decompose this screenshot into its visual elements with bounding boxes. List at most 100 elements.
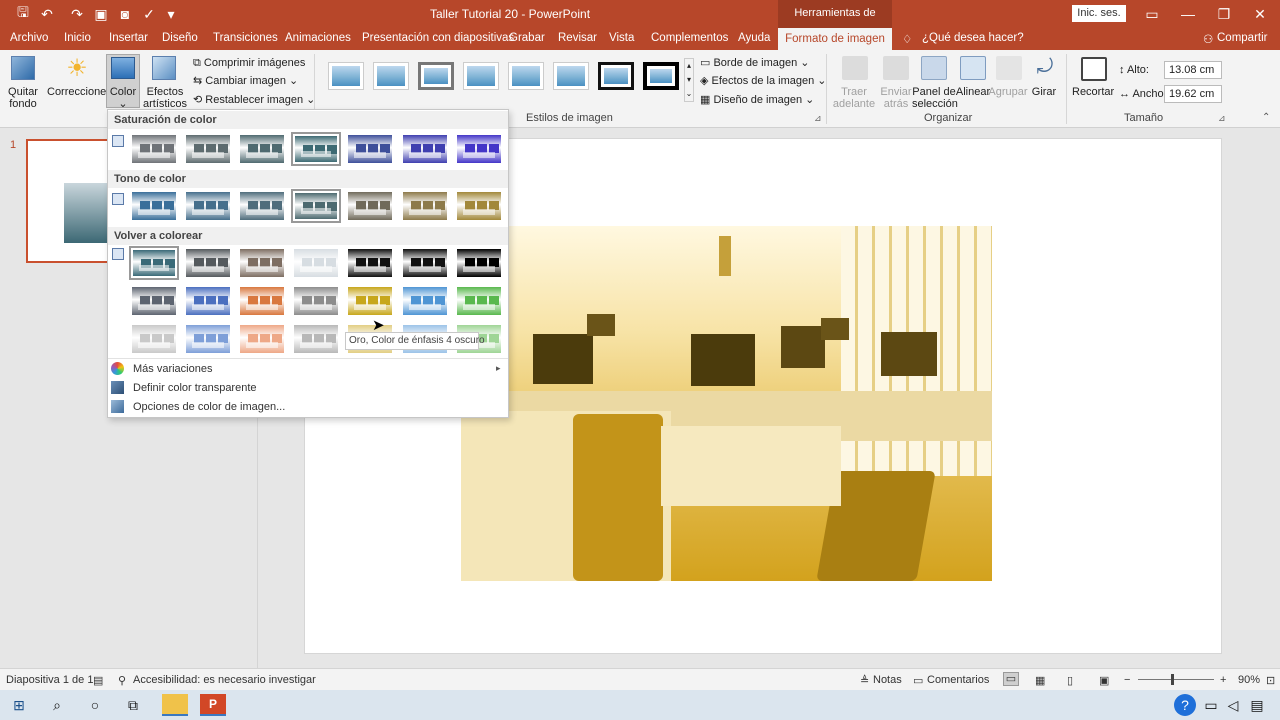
zoom-out-icon[interactable]: −: [1124, 674, 1130, 686]
tab-inicio[interactable]: Inicio: [64, 32, 91, 44]
picture-style-7[interactable]: [598, 62, 634, 90]
customize-qat-icon[interactable]: ▾: [160, 4, 182, 24]
network-icon[interactable]: ▭: [1200, 694, 1222, 716]
tab-revisar[interactable]: Revisar: [558, 32, 597, 44]
slide-image[interactable]: [461, 226, 992, 581]
camera-icon[interactable]: ◙: [114, 4, 136, 24]
picture-border-button[interactable]: ▭ Borde de imagen ⌄: [700, 57, 810, 69]
file-explorer-icon[interactable]: [162, 694, 188, 716]
comments-button[interactable]: Comentarios: [927, 674, 989, 686]
search-icon[interactable]: ⌕: [46, 694, 68, 716]
spelling-icon[interactable]: ✓: [138, 4, 160, 24]
height-field[interactable]: 13.08 cm: [1164, 61, 1222, 79]
picture-style-6[interactable]: [553, 62, 589, 90]
recolor-swatch[interactable]: [400, 284, 450, 318]
recolor-swatch[interactable]: [183, 246, 233, 280]
corrections-button[interactable]: Correcciones: [47, 86, 112, 98]
collapse-ribbon-icon[interactable]: ⌃: [1262, 112, 1270, 123]
sun-icon[interactable]: ☀: [64, 56, 90, 82]
accessibility-status[interactable]: Accesibilidad: es necesario investigar: [133, 674, 316, 686]
tell-me-input[interactable]: ¿Qué desea hacer?: [922, 32, 1024, 44]
tab-animaciones[interactable]: Animaciones: [285, 32, 351, 44]
rotate-button[interactable]: Girar: [1028, 86, 1060, 98]
redo-icon[interactable]: ↷: [66, 4, 88, 24]
dialog-launcher-icon[interactable]: ⊿: [1218, 113, 1226, 124]
undo-icon[interactable]: ↶: [36, 4, 58, 24]
recolor-swatch[interactable]: [237, 246, 287, 280]
change-image-button[interactable]: ⇆ Cambiar imagen ⌄: [193, 75, 298, 87]
zoom-slider-handle[interactable]: [1171, 674, 1174, 685]
tab-insertar[interactable]: Insertar: [109, 32, 148, 44]
recolor-swatch[interactable]: [400, 246, 450, 280]
set-transparent-color-item[interactable]: Definir color transparente: [133, 382, 257, 394]
normal-view-icon[interactable]: ▭: [1003, 672, 1019, 686]
tab-ayuda[interactable]: Ayuda: [738, 32, 770, 44]
crop-button[interactable]: Recortar: [1072, 86, 1114, 98]
align-button[interactable]: Alinear: [954, 86, 992, 98]
width-field[interactable]: 19.62 cm: [1164, 85, 1222, 103]
saturation-swatch[interactable]: [345, 132, 395, 166]
saturation-swatch[interactable]: [237, 132, 287, 166]
picture-color-options-item[interactable]: Opciones de color de imagen...: [133, 401, 285, 413]
tone-swatch[interactable]: [454, 189, 504, 223]
tone-swatch[interactable]: [345, 189, 395, 223]
dialog-launcher-icon[interactable]: ⊿: [814, 113, 822, 124]
picture-layout-button[interactable]: ▦ Diseño de imagen ⌄: [700, 94, 814, 106]
volume-icon[interactable]: ◁: [1222, 694, 1244, 716]
recolor-swatch[interactable]: [129, 284, 179, 318]
picture-style-4[interactable]: [463, 62, 499, 90]
maximize-icon[interactable]: ❐: [1206, 0, 1242, 28]
tab-archivo[interactable]: Archivo: [10, 32, 48, 44]
powerpoint-taskbar-icon[interactable]: P: [200, 694, 226, 716]
picture-style-5[interactable]: [508, 62, 544, 90]
tab-formato-imagen[interactable]: Formato de imagen: [778, 28, 892, 50]
tab-grabar[interactable]: Grabar: [509, 32, 545, 44]
compress-images-button[interactable]: ⧉ Comprimir imágenes: [193, 57, 305, 69]
recolor-swatch[interactable]: [454, 246, 504, 280]
artistic-effects-button[interactable]: Efectos artísticos: [140, 86, 190, 110]
slide-sorter-icon[interactable]: ▦: [1035, 674, 1045, 687]
zoom-level[interactable]: 90%: [1238, 674, 1260, 686]
picture-style-2[interactable]: [373, 62, 409, 90]
saturation-swatch[interactable]: [129, 132, 179, 166]
close-icon[interactable]: ✕: [1242, 0, 1278, 28]
saturation-swatch[interactable]: [400, 132, 450, 166]
slideshow-view-icon[interactable]: ▣: [1099, 674, 1109, 687]
tab-complementos[interactable]: Complementos: [651, 32, 728, 44]
saturation-swatch[interactable]: [291, 132, 341, 166]
recolor-swatch[interactable]: [345, 284, 395, 318]
recolor-swatch[interactable]: [129, 322, 179, 356]
cortana-icon[interactable]: ○: [84, 694, 106, 716]
group-button[interactable]: Agrupar: [988, 86, 1028, 98]
picture-effects-button[interactable]: ◈ Efectos de la imagen ⌄: [700, 75, 827, 87]
minimize-icon[interactable]: —: [1170, 0, 1206, 28]
tab-diseno[interactable]: Diseño: [162, 32, 198, 44]
signin-button[interactable]: Inic. ses.: [1072, 5, 1126, 22]
recolor-swatch[interactable]: [183, 322, 233, 356]
remove-background-button[interactable]: Quitar fondo: [4, 86, 42, 110]
recolor-swatch[interactable]: [183, 284, 233, 318]
ribbon-display-icon[interactable]: ▭: [1134, 0, 1170, 28]
slideshow-icon[interactable]: ▣: [90, 4, 112, 24]
selection-pane-button[interactable]: Panel de selección: [912, 86, 958, 110]
recolor-swatch[interactable]: [291, 284, 341, 318]
zoom-slider[interactable]: [1138, 679, 1214, 680]
recolor-swatch[interactable]: [291, 322, 341, 356]
save-icon[interactable]: 🖫: [12, 4, 34, 24]
artistic-effects-icon[interactable]: [152, 56, 176, 80]
tab-transiciones[interactable]: Transiciones: [213, 32, 278, 44]
share-button[interactable]: Compartir: [1217, 32, 1267, 44]
picture-style-3[interactable]: [418, 62, 454, 90]
saturation-swatch[interactable]: [454, 132, 504, 166]
notification-icon[interactable]: ▤: [1246, 694, 1268, 716]
recolor-swatch[interactable]: [454, 284, 504, 318]
tone-swatch[interactable]: [291, 189, 341, 223]
recolor-swatch[interactable]: [345, 246, 395, 280]
recolor-swatch[interactable]: [291, 246, 341, 280]
tone-swatch[interactable]: [129, 189, 179, 223]
gallery-scroll[interactable]: ▴ ▾ ⌄: [684, 58, 694, 102]
tone-swatch[interactable]: [183, 189, 233, 223]
reading-view-icon[interactable]: ▯: [1067, 674, 1073, 687]
zoom-in-icon[interactable]: +: [1220, 674, 1226, 686]
task-view-icon[interactable]: ⧉: [122, 694, 144, 716]
